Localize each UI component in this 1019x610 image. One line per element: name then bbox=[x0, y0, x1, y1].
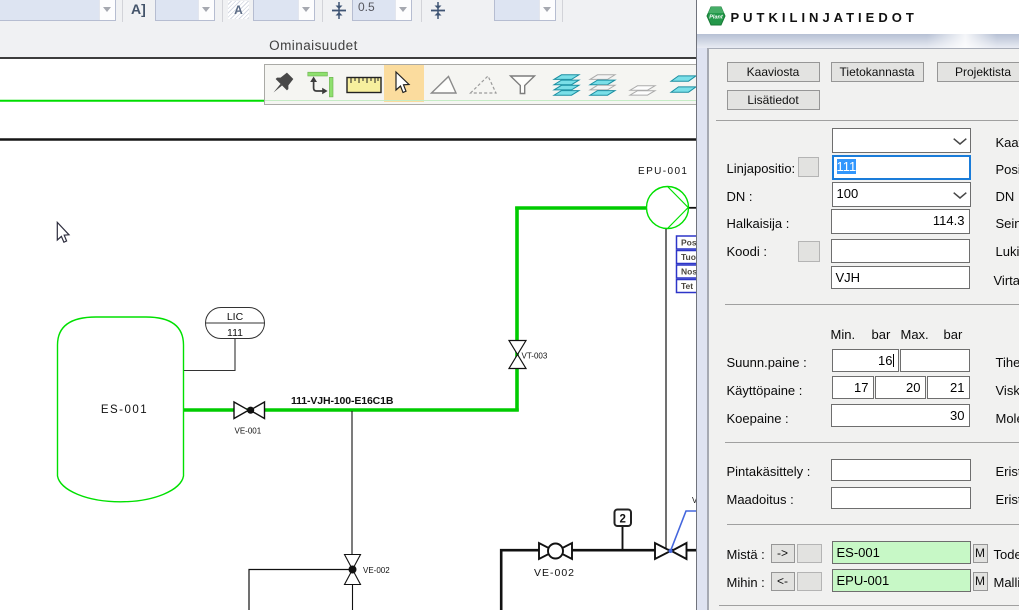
svg-text:LIC: LIC bbox=[227, 311, 244, 323]
svg-text:VE-001: VE-001 bbox=[235, 427, 262, 436]
svg-text:EPU-001: EPU-001 bbox=[638, 166, 688, 177]
svg-text:ES-001: ES-001 bbox=[101, 404, 148, 416]
svg-text:VE-002: VE-002 bbox=[363, 566, 390, 575]
svg-text:Tet: Tet bbox=[681, 281, 693, 291]
svg-text:Tuo: Tuo bbox=[681, 252, 696, 262]
svg-text:Plant: Plant bbox=[709, 15, 724, 21]
svg-text:111-VJH-100-E16C1B: 111-VJH-100-E16C1B bbox=[291, 395, 394, 407]
svg-text:VE-002: VE-002 bbox=[534, 567, 575, 579]
svg-text:111: 111 bbox=[227, 327, 243, 339]
svg-text:2: 2 bbox=[619, 514, 625, 526]
svg-text:Pos: Pos bbox=[681, 238, 697, 248]
svg-text:VT-003: VT-003 bbox=[522, 352, 548, 361]
